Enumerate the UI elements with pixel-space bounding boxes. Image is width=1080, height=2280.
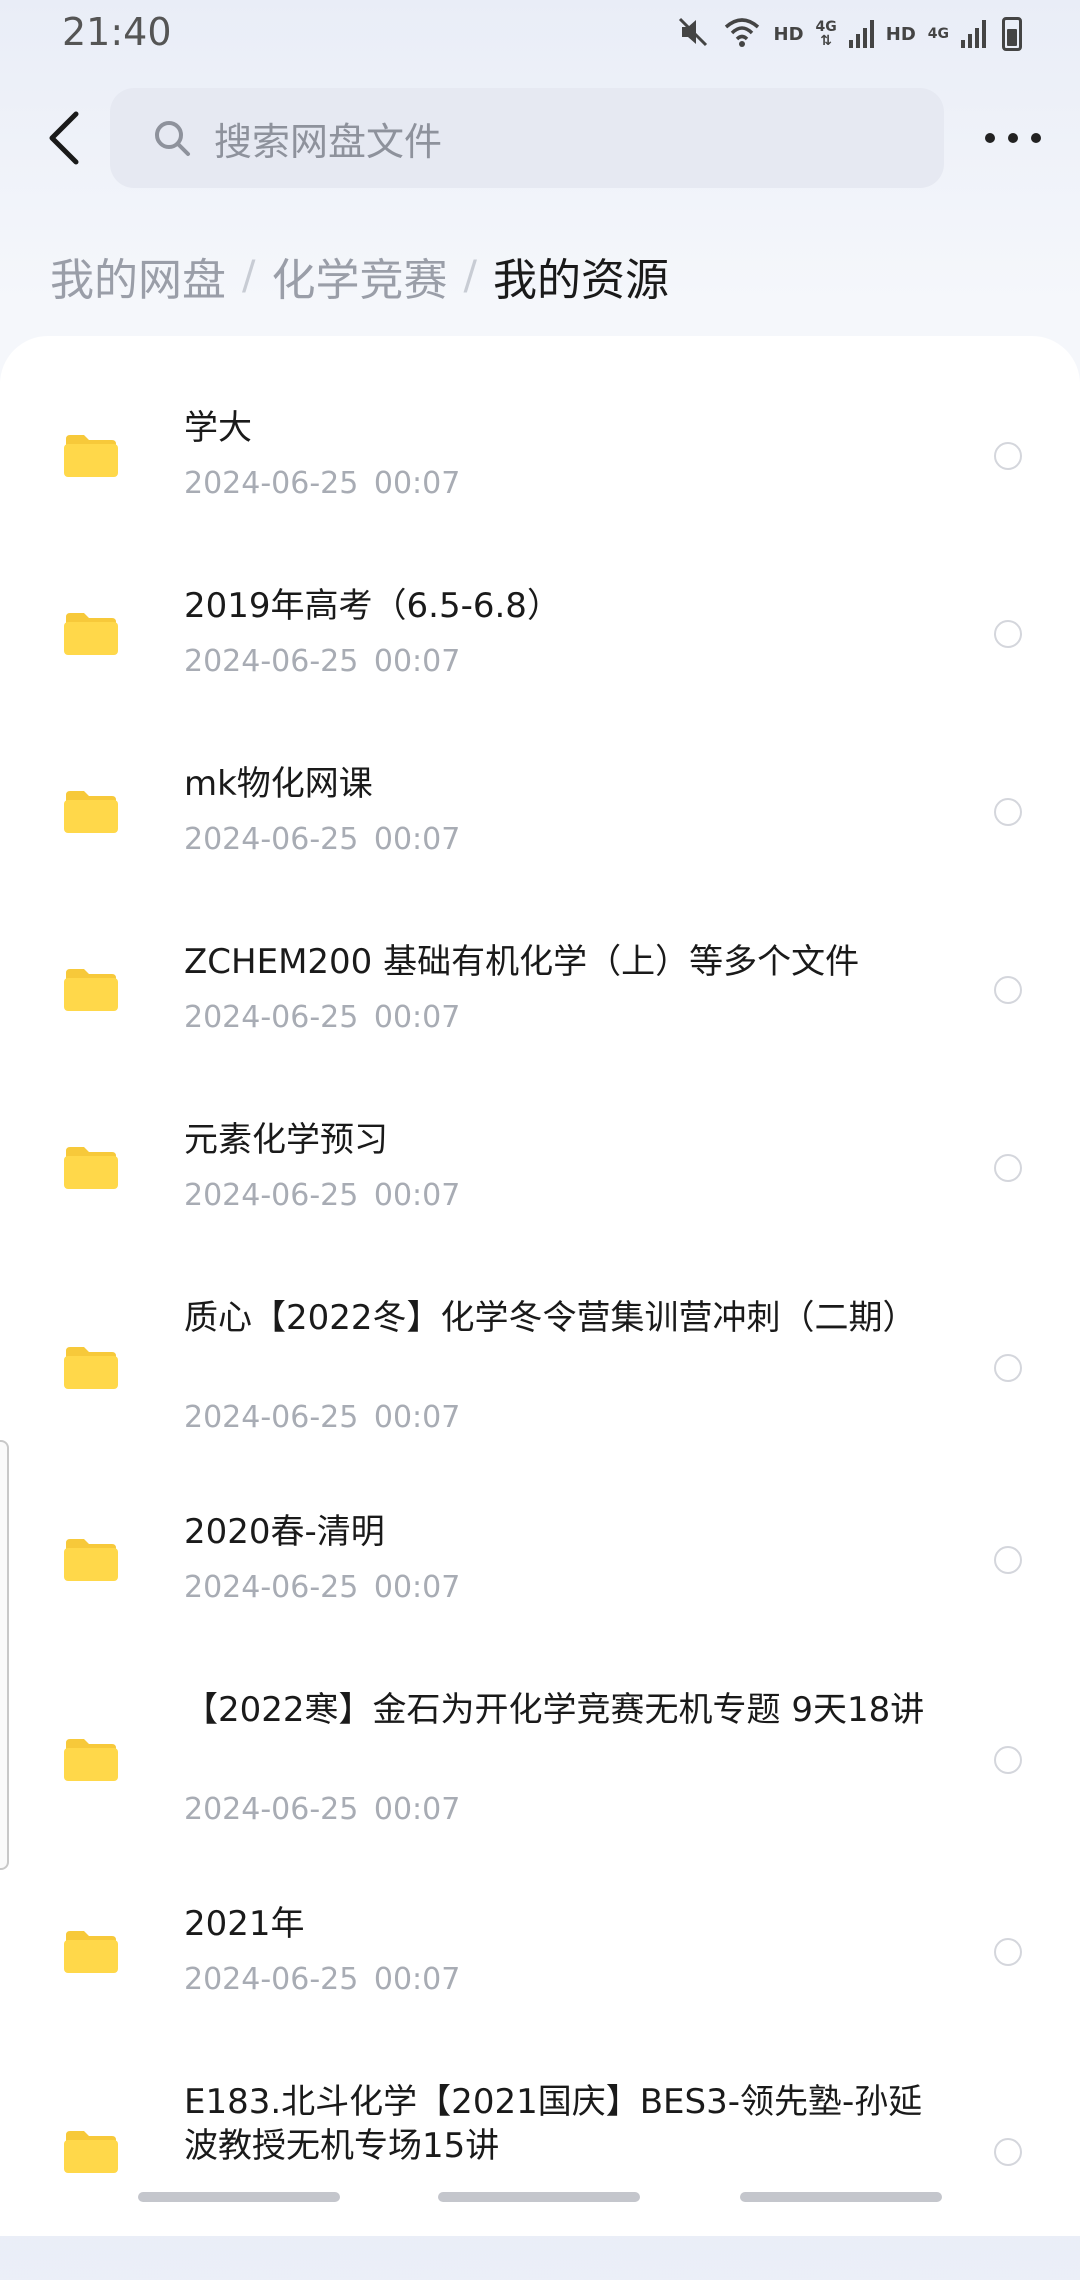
nav-bar-hint — [740, 2192, 942, 2202]
more-dot — [1031, 133, 1041, 143]
file-date: 2024-06-25 00:07 — [184, 1570, 461, 1605]
select-radio[interactable] — [994, 2138, 1022, 2166]
list-item[interactable]: ZCHEM200 基础有机化学（上）等多个文件 2024-06-25 00:07 — [0, 940, 1080, 1090]
select-radio[interactable] — [994, 1546, 1022, 1574]
search-icon — [152, 118, 192, 158]
file-date: 2024-06-25 00:07 — [184, 1400, 461, 1435]
select-radio[interactable] — [994, 1154, 1022, 1182]
file-name: 【2022寒】金石为开化学竞赛无机专题 9天18讲 — [184, 1690, 925, 1730]
wifi-icon — [722, 15, 762, 53]
folder-icon — [64, 435, 118, 477]
folder-icon — [64, 1347, 118, 1389]
mute-icon — [676, 15, 710, 53]
list-item[interactable]: 学大 2024-06-25 00:07 — [0, 406, 1080, 556]
breadcrumb-item-chem-competition[interactable]: 化学竞赛 — [271, 244, 447, 308]
list-item[interactable]: mk物化网课 2024-06-25 00:07 — [0, 762, 1080, 912]
select-radio[interactable] — [994, 620, 1022, 648]
file-name: 2019年高考（6.5-6.8） — [184, 586, 561, 626]
list-item[interactable]: 【2022寒】金石为开化学竞赛无机专题 9天18讲 2024-06-25 00:0… — [0, 1688, 1080, 1888]
breadcrumb-item-current: 我的资源 — [492, 255, 669, 306]
top-bar: 搜索网盘文件 — [0, 88, 1080, 188]
file-date: 2024-06-25 00:07 — [184, 822, 461, 857]
file-name: 2020春-清明 — [184, 1512, 385, 1552]
file-date: 2024-06-25 00:07 — [184, 466, 461, 501]
folder-icon — [64, 2131, 118, 2173]
folder-icon — [64, 1739, 118, 1781]
breadcrumb-separator: / — [463, 253, 477, 299]
list-item[interactable]: 2020春-清明 2024-06-25 00:07 — [0, 1510, 1080, 1660]
more-dot — [1008, 133, 1018, 143]
network-type: 4G ⇅ — [815, 19, 837, 49]
folder-icon — [64, 1931, 118, 1973]
back-button[interactable] — [34, 106, 94, 170]
file-name: mk物化网课 — [184, 764, 373, 804]
more-dot — [985, 133, 995, 143]
file-name: 学大 — [184, 408, 252, 448]
file-list: 学大 2024-06-25 00:07 2019年高考（6.5-6.8） 2024-0… — [0, 336, 1080, 2236]
folder-icon — [64, 969, 118, 1011]
search-input[interactable]: 搜索网盘文件 — [110, 88, 944, 188]
status-bar: 21:40 HD 4G ⇅ HD 4G — [0, 0, 1080, 66]
folder-icon — [64, 613, 118, 655]
breadcrumb-separator: / — [242, 253, 256, 299]
nav-bar-hint — [138, 2192, 340, 2202]
file-date: 2024-06-25 00:07 — [184, 1000, 461, 1035]
folder-icon — [64, 1539, 118, 1581]
file-name: 2021年 — [184, 1904, 305, 1944]
select-radio[interactable] — [994, 1746, 1022, 1774]
status-time: 21:40 — [62, 10, 172, 54]
breadcrumb: 我的网盘 / 化学竞赛 / 我的资源 — [50, 246, 669, 306]
select-radio[interactable] — [994, 976, 1022, 1004]
signal-icon — [848, 20, 874, 48]
list-item[interactable]: 2021年 2024-06-25 00:07 — [0, 1902, 1080, 2052]
file-name: 元素化学预习 — [184, 1120, 388, 1160]
select-radio[interactable] — [994, 798, 1022, 826]
file-date: 2024-06-25 00:07 — [184, 1178, 461, 1213]
file-date: 2024-06-25 00:07 — [184, 644, 461, 679]
select-radio[interactable] — [994, 442, 1022, 470]
select-radio[interactable] — [994, 1354, 1022, 1382]
file-date: 2024-06-25 00:07 — [184, 1792, 461, 1827]
search-placeholder: 搜索网盘文件 — [214, 119, 443, 164]
signal-icon-2 — [961, 20, 986, 48]
back-arrow-icon — [49, 111, 79, 165]
hd-indicator-2: HD — [885, 23, 916, 45]
list-item[interactable]: E183.北斗化学【2021国庆】BES3-领先塾-孙延波教授无机专场15讲 — [0, 2080, 1080, 2280]
scroll-handle[interactable] — [0, 1440, 9, 1870]
file-name: 质心【2022冬】化学冬令营集训营冲刺（二期） — [184, 1298, 917, 1338]
folder-icon — [64, 791, 118, 833]
battery-icon — [1002, 17, 1022, 51]
file-date: 2024-06-25 00:07 — [184, 1962, 461, 1997]
file-name: ZCHEM200 基础有机化学（上）等多个文件 — [184, 942, 860, 982]
hd-indicator: HD — [773, 23, 804, 45]
network-type-2: 4G — [927, 26, 949, 42]
folder-icon — [64, 1147, 118, 1189]
list-item[interactable]: 质心【2022冬】化学冬令营集训营冲刺（二期） 2024-06-25 00:07 — [0, 1296, 1080, 1496]
list-item[interactable]: 元素化学预习 2024-06-25 00:07 — [0, 1118, 1080, 1268]
nav-bar-hint — [438, 2192, 640, 2202]
data-arrows-icon: ⇅ — [820, 33, 832, 49]
select-radio[interactable] — [994, 1938, 1022, 1966]
more-options-button[interactable] — [985, 118, 1041, 158]
list-item[interactable]: 2019年高考（6.5-6.8） 2024-06-25 00:07 — [0, 584, 1080, 734]
status-icons: HD 4G ⇅ HD 4G — [676, 14, 1022, 54]
breadcrumb-item-my-drive[interactable]: 我的网盘 — [50, 244, 226, 308]
file-name: E183.北斗化学【2021国庆】BES3-领先塾-孙延波教授无机专场15讲 — [184, 2082, 923, 2166]
